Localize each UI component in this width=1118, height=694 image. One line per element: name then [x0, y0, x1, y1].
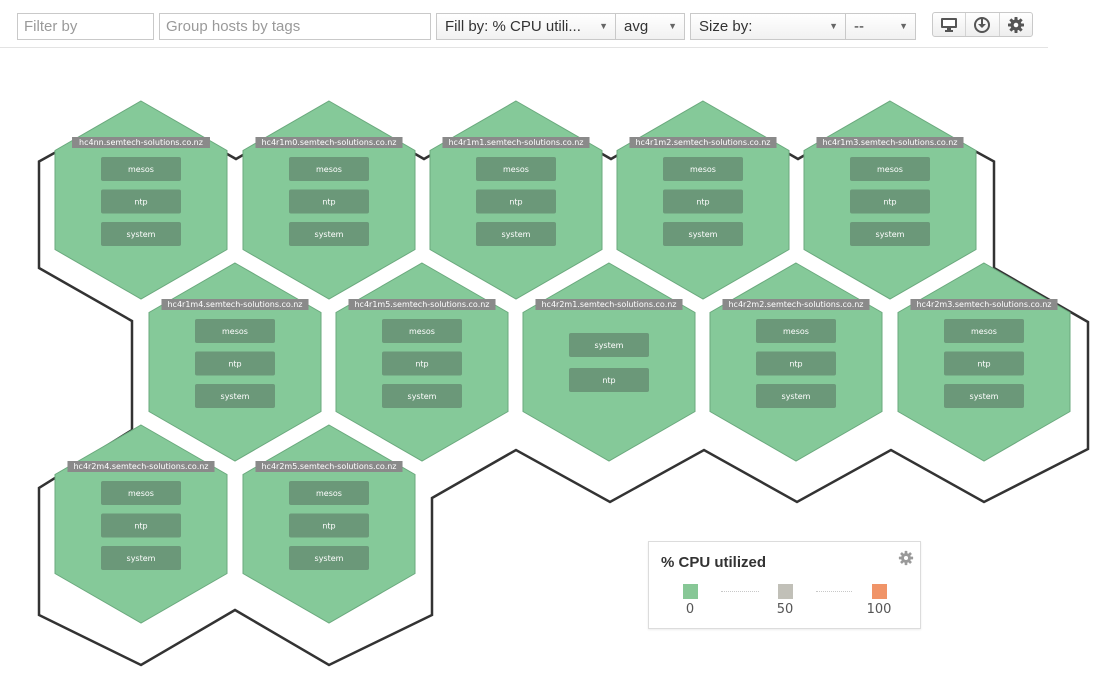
host-tag-label: ntp — [134, 522, 147, 531]
host-name-label: hc4r2m1.semtech-solutions.co.nz — [541, 300, 676, 309]
legend-panel: % CPU utilized 0 50 100 — [648, 541, 921, 629]
host-tag-label: mesos — [316, 165, 342, 174]
host-tag-label: ntp — [509, 198, 522, 207]
host-name-label: hc4r1m3.semtech-solutions.co.nz — [822, 138, 957, 147]
host-tag-label: system — [595, 341, 624, 350]
host-name-label: hc4r2m4.semtech-solutions.co.nz — [73, 462, 208, 471]
group-by-tags-input[interactable] — [159, 13, 431, 40]
host-tag-label: system — [689, 230, 718, 239]
legend-tick-low: 0 — [685, 602, 695, 617]
legend-swatch-low — [683, 584, 698, 599]
host-tag-label: system — [876, 230, 905, 239]
host-name-label: hc4r1m2.semtech-solutions.co.nz — [635, 138, 770, 147]
host-tag-label: system — [408, 392, 437, 401]
toolbar: Fill by: % CPU utili... ▼ avg ▼ Size by:… — [0, 0, 1048, 48]
host-name-label: hc4r2m3.semtech-solutions.co.nz — [916, 300, 1051, 309]
size-by-select[interactable]: Size by: ▼ — [690, 13, 846, 40]
host-tag-label: system — [127, 554, 156, 563]
host-tag-label: system — [502, 230, 531, 239]
gear-icon[interactable] — [898, 550, 914, 566]
host-hexagon[interactable]: hc4r1m1.semtech-solutions.co.nz mesos ntp s… — [429, 100, 603, 300]
host-name-label: hc4r1m4.semtech-solutions.co.nz — [167, 300, 302, 309]
host-tag-label: mesos — [877, 165, 903, 174]
host-tag-label: ntp — [322, 198, 335, 207]
chevron-down-icon: ▼ — [668, 21, 677, 31]
hostmap-canvas: hc4nn.semtech-solutions.co.nz mesos ntp sys… — [37, 100, 1090, 667]
host-tag-label: ntp — [415, 360, 428, 369]
host-hexagon[interactable]: hc4r1m2.semtech-solutions.co.nz mesos ntp s… — [616, 100, 790, 300]
host-hexagon[interactable]: hc4r1m5.semtech-solutions.co.nz mesos ntp s… — [335, 262, 509, 462]
chevron-down-icon: ▼ — [899, 21, 908, 31]
host-name-label: hc4r2m5.semtech-solutions.co.nz — [261, 462, 396, 471]
host-tag-label: mesos — [971, 327, 997, 336]
tv-mode-button[interactable] — [933, 13, 967, 36]
fill-by-select[interactable]: Fill by: % CPU utili... ▼ — [436, 13, 616, 40]
host-tag-label: ntp — [602, 376, 615, 385]
host-hexagon[interactable]: hc4r1m0.semtech-solutions.co.nz mesos ntp s… — [242, 100, 416, 300]
filter-input[interactable] — [17, 13, 154, 40]
legend-swatch-mid — [778, 584, 793, 599]
host-tag-label: system — [315, 554, 344, 563]
chevron-down-icon: ▼ — [599, 21, 608, 31]
host-tag-label: mesos — [783, 327, 809, 336]
gear-icon — [1007, 16, 1024, 33]
host-name-label: hc4r2m2.semtech-solutions.co.nz — [728, 300, 863, 309]
fill-aggregation-label: avg — [624, 18, 649, 35]
host-name-label: hc4nn.semtech-solutions.co.nz — [79, 138, 203, 147]
host-hexagon[interactable]: hc4r2m4.semtech-solutions.co.nz mesos ntp s… — [54, 424, 228, 624]
size-aggregation-label: -- — [854, 18, 864, 35]
host-tag-label: mesos — [690, 165, 716, 174]
chevron-down-icon: ▼ — [829, 21, 838, 31]
host-hexagon[interactable]: hc4r1m3.semtech-solutions.co.nz mesos ntp s… — [803, 100, 977, 300]
host-hexagon[interactable]: hc4r1m4.semtech-solutions.co.nz mesos ntp s… — [148, 262, 322, 462]
host-hexagon[interactable]: hc4nn.semtech-solutions.co.nz mesos ntp sys… — [54, 100, 228, 300]
host-tag-label: system — [221, 392, 250, 401]
host-tag-label: system — [127, 230, 156, 239]
download-button[interactable] — [966, 13, 1000, 36]
host-name-label: hc4r1m5.semtech-solutions.co.nz — [354, 300, 489, 309]
host-tag-label: ntp — [134, 198, 147, 207]
fill-by-label: Fill by: % CPU utili... — [445, 18, 581, 35]
host-tag-label: ntp — [789, 360, 802, 369]
host-tag-label: mesos — [503, 165, 529, 174]
size-by-label: Size by: — [699, 18, 753, 35]
host-tag-label: ntp — [696, 198, 709, 207]
host-tag-label: mesos — [128, 489, 154, 498]
host-tag-label: ntp — [228, 360, 241, 369]
host-name-label: hc4r1m1.semtech-solutions.co.nz — [448, 138, 583, 147]
host-tag-label: system — [970, 392, 999, 401]
host-tag-label: mesos — [128, 165, 154, 174]
fill-aggregation-select[interactable]: avg ▼ — [615, 13, 685, 40]
legend-divider — [721, 591, 759, 592]
legend-title: % CPU utilized — [661, 554, 767, 571]
host-name-label: hc4r1m0.semtech-solutions.co.nz — [261, 138, 396, 147]
settings-button[interactable] — [1000, 13, 1032, 36]
monitor-icon — [941, 17, 958, 32]
host-hexagon[interactable]: hc4r2m2.semtech-solutions.co.nz mesos ntp s… — [709, 262, 883, 462]
host-tag-label: system — [315, 230, 344, 239]
host-hexagon[interactable]: hc4r2m1.semtech-solutions.co.nz system ntp — [522, 262, 696, 462]
host-tag-label: mesos — [222, 327, 248, 336]
host-tag-label: mesos — [409, 327, 435, 336]
host-hexagon[interactable]: hc4r2m3.semtech-solutions.co.nz mesos ntp s… — [897, 262, 1071, 462]
legend-tick-high: 100 — [866, 602, 892, 617]
view-button-group — [932, 12, 1033, 37]
legend-swatch-high — [872, 584, 887, 599]
host-tag-label: ntp — [883, 198, 896, 207]
host-tag-label: ntp — [977, 360, 990, 369]
host-tag-label: ntp — [322, 522, 335, 531]
size-aggregation-select[interactable]: -- ▼ — [845, 13, 916, 40]
download-icon — [974, 16, 991, 33]
host-hexagon-shape — [522, 262, 696, 462]
legend-divider — [816, 591, 852, 592]
legend-tick-mid: 50 — [776, 602, 794, 617]
host-hexagon[interactable]: hc4r2m5.semtech-solutions.co.nz mesos ntp s… — [242, 424, 416, 624]
host-tag-label: mesos — [316, 489, 342, 498]
host-tag-label: system — [782, 392, 811, 401]
